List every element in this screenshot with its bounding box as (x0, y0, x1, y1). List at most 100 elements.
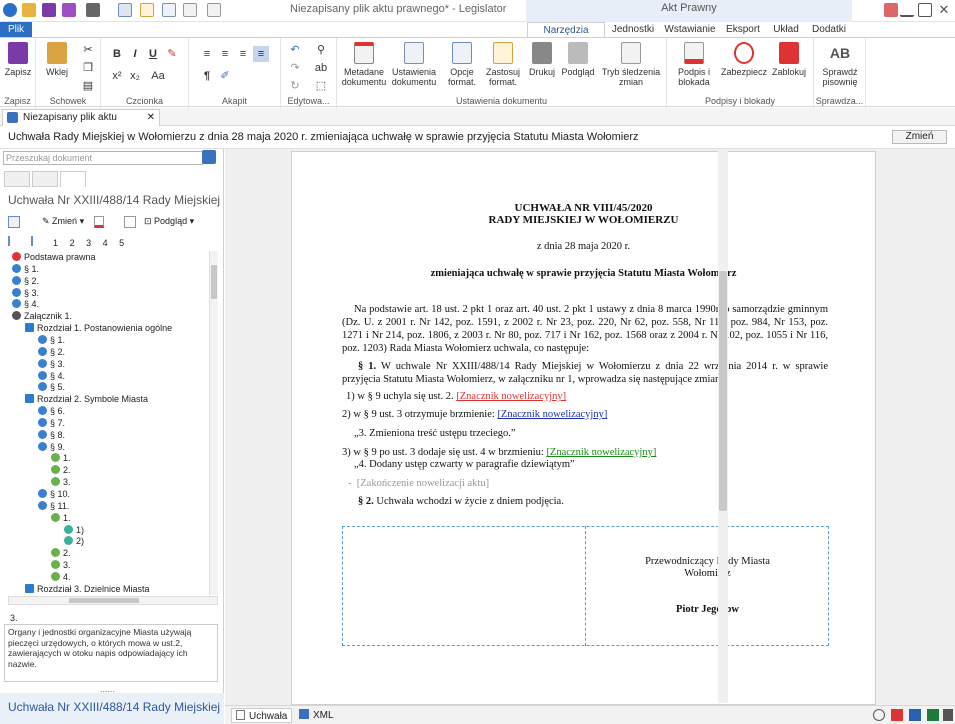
amendment-marker-red[interactable]: [Znacznik nowelizacyjny] (456, 391, 566, 402)
add-unit-icon[interactable] (8, 216, 20, 228)
tree-node[interactable]: § 2. (38, 346, 65, 358)
tree-hscroll-thumb[interactable] (69, 598, 139, 603)
excel-export-icon[interactable] (927, 709, 939, 721)
word-export-icon[interactable] (909, 709, 921, 721)
view-tab-xml[interactable]: XML (295, 708, 338, 723)
tree-vertical-scrollbar[interactable] (209, 251, 218, 595)
save-as-icon[interactable] (62, 3, 76, 17)
tree-node[interactable]: Podstawa prawna (12, 251, 96, 263)
tab-eksport[interactable]: Eksport (722, 22, 764, 38)
document-settings-icon[interactable] (162, 3, 176, 17)
align-center-icon[interactable]: ≡ (217, 46, 233, 62)
tab-uklad[interactable]: Układ (768, 22, 804, 38)
italic-button[interactable]: I (127, 46, 143, 62)
document-tab[interactable]: Niezapisany plik aktu prawnego* ✕ (2, 109, 160, 138)
level-1[interactable]: 1 (53, 238, 58, 248)
select-icon[interactable]: ⬚ (313, 78, 329, 94)
tree-node[interactable]: § 11. (38, 500, 69, 512)
change-case-button[interactable]: Aa (147, 68, 169, 84)
amendment-marker-green[interactable]: [Znacznik nowelizacyjny] (546, 447, 656, 458)
tree-node[interactable]: 1. (51, 452, 71, 464)
tree-node[interactable]: Rozdział 1. Postanowienia ogólne (25, 322, 172, 334)
tree-node[interactable]: Rozdział 2. Symbole Miasta (25, 393, 148, 405)
maximize-icon[interactable] (918, 3, 932, 17)
tab-wstawianie[interactable]: Wstawianie (662, 22, 718, 38)
drukuj-button[interactable]: Drukuj (527, 42, 557, 77)
zapisz-button[interactable]: Zapisz (3, 42, 33, 77)
tree-node[interactable]: 1. (51, 512, 71, 524)
opcje-format-button[interactable]: Opcje format. (443, 42, 481, 87)
document-page[interactable]: UCHWAŁA NR VIII/45/2020 RADY MIEJSKIEJ W… (291, 151, 876, 705)
zmien-button[interactable]: Zmień (892, 130, 947, 144)
amendment-marker-blue[interactable]: [Znacznik nowelizacyjny] (497, 409, 607, 420)
align-right-icon[interactable]: ≡ (235, 46, 251, 62)
zabezpiecz-button[interactable]: Zabezpiecz (721, 42, 767, 77)
tree-node[interactable]: § 7. (38, 417, 65, 429)
sprawdz-pisownie-button[interactable]: AB Sprawdź pisownię (818, 42, 862, 87)
tree-node[interactable]: § 3. (38, 358, 65, 370)
tab-jednostki[interactable]: Jednostki (608, 22, 658, 38)
format-painter-icon[interactable]: ▤ (80, 78, 96, 94)
export-icon[interactable] (207, 3, 221, 17)
tree-node[interactable]: 2. (51, 547, 71, 559)
tree-node[interactable]: § 2. (12, 275, 39, 287)
tree-node[interactable]: § 6. (38, 405, 65, 417)
new-from-template-icon[interactable] (140, 3, 154, 17)
close-icon[interactable]: ✕ (937, 3, 951, 17)
subscript-button[interactable]: x₂ (127, 68, 143, 84)
tree-horizontal-scrollbar[interactable] (8, 596, 218, 605)
end-amendment-marker[interactable]: [Zakończenie nowelizacji aktu] (357, 478, 489, 489)
document-scroll-thumb[interactable] (719, 271, 727, 511)
tree-node[interactable]: 3. (51, 559, 71, 571)
podpis-button[interactable]: Podpis i blokada (671, 42, 717, 87)
superscript-button[interactable]: x² (109, 68, 125, 84)
tree-node[interactable]: 2. (51, 464, 71, 476)
tree-node[interactable]: 3. (51, 476, 71, 488)
bold-button[interactable]: B (109, 46, 125, 62)
search-input[interactable]: Przeszukaj dokument (3, 151, 203, 165)
tab-dodatki[interactable]: Dodatki (808, 22, 850, 38)
zmien-tool-button[interactable]: ✎ Zmień ▾ (42, 216, 84, 227)
document-vertical-scrollbar[interactable] (718, 151, 728, 703)
redo-icon[interactable]: ↷ (287, 60, 303, 76)
level-4[interactable]: 4 (103, 238, 108, 248)
tree-node[interactable]: Rozdział 3. Dzielnice Miasta (25, 583, 150, 595)
view-tab-uchwala[interactable]: Uchwała (231, 708, 293, 723)
pane-tab-1[interactable] (4, 171, 30, 187)
tree-node[interactable]: § 1. (38, 334, 65, 346)
level-3[interactable]: 3 (86, 238, 91, 248)
clear-format-icon[interactable]: ✎ (164, 46, 180, 62)
tryb-sledzenia-button[interactable]: Tryb śledzenia zmian (601, 42, 661, 87)
justify-icon[interactable]: ≡ (253, 46, 269, 62)
wklej-button[interactable]: Wklej (42, 42, 72, 77)
tree-node[interactable]: § 4. (12, 298, 39, 310)
metadane-button[interactable]: Metadane dokumentu (341, 42, 387, 87)
undo-icon[interactable]: ↶ (287, 42, 303, 58)
pdf-export-icon[interactable] (891, 709, 903, 721)
tree-node[interactable]: Załącznik 1. (12, 310, 72, 322)
save-icon[interactable] (42, 3, 56, 17)
collapse-all-icon[interactable] (30, 236, 43, 246)
new-document-icon[interactable] (118, 3, 132, 17)
replace-icon[interactable]: ab (313, 60, 329, 76)
tree-node[interactable]: § 9. (38, 441, 65, 453)
tree-node[interactable]: 2) (64, 535, 84, 547)
ustawienia-button[interactable]: Ustawienia dokumentu (391, 42, 437, 87)
tab-narzedzia-glowne[interactable]: Narzędzia główne (527, 22, 605, 52)
close-tab-icon[interactable]: ✕ (147, 110, 155, 125)
tree-scroll-thumb[interactable] (211, 265, 217, 299)
tree-node[interactable]: § 3. (12, 287, 39, 299)
print-icon[interactable] (86, 3, 100, 17)
podglad-tool-button[interactable]: ⊡ Podgląd ▾ (144, 216, 194, 227)
delete-unit-icon[interactable] (94, 216, 104, 228)
user-icon[interactable] (884, 3, 898, 17)
open-icon[interactable] (22, 3, 36, 17)
refresh-icon[interactable] (124, 216, 136, 228)
structure-tree[interactable]: Podstawa prawna § 1. § 2. § 3. § 4. Załącznik… (6, 251, 208, 595)
pane-tab-3[interactable] (60, 171, 86, 187)
cut-icon[interactable]: ✂ (80, 42, 96, 58)
level-5[interactable]: 5 (119, 238, 124, 248)
tree-node[interactable]: § 1. (12, 263, 39, 275)
tree-node[interactable]: 1) (64, 524, 84, 536)
settings-export-icon[interactable] (943, 709, 953, 721)
